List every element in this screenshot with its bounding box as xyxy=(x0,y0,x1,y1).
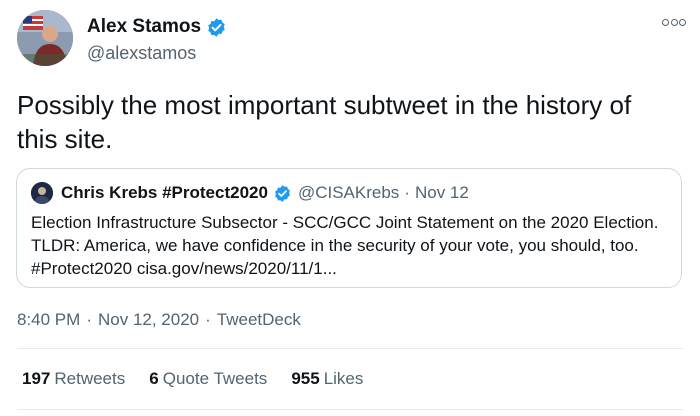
divider xyxy=(17,409,683,410)
quoted-author-name: Chris Krebs #Protect2020 xyxy=(61,183,268,202)
quoted-tweet-header: Chris Krebs #Protect2020 @CISAKrebs · No… xyxy=(31,181,469,205)
retweets-count: 197 xyxy=(22,369,51,388)
separator-dot: · xyxy=(404,183,410,202)
quoted-author-handle: @CISAKrebs xyxy=(297,183,400,202)
verified-badge-icon xyxy=(206,17,227,38)
quote-tweets-label: Quote Tweets xyxy=(162,369,268,388)
retweets-stat[interactable]: 197 Retweets xyxy=(22,369,125,389)
tweet-metadata: 8:40 PM · Nov 12, 2020 · TweetDeck xyxy=(17,310,301,330)
tweet-text: Possibly the most important subtweet in … xyxy=(17,90,632,154)
tweet-card: Alex Stamos @alexstamos Possibly the mos… xyxy=(0,0,700,416)
verified-badge-icon xyxy=(273,184,292,203)
likes-stat[interactable]: 955 Likes xyxy=(291,369,363,389)
quote-tweets-count: 6 xyxy=(149,369,159,388)
retweets-label: Retweets xyxy=(54,369,126,388)
likes-label: Likes xyxy=(323,369,364,388)
quote-tweets-stat[interactable]: 6 Quote Tweets xyxy=(149,369,267,389)
separator-dot: · xyxy=(205,310,211,329)
tweet-date[interactable]: Nov 12, 2020 xyxy=(98,310,199,329)
more-options-icon[interactable] xyxy=(662,14,686,30)
quoted-tweet-date: Nov 12 xyxy=(414,183,469,202)
quoted-tweet[interactable]: Chris Krebs #Protect2020 @CISAKrebs · No… xyxy=(16,168,682,288)
likes-count: 955 xyxy=(291,369,320,388)
quoted-tweet-text: Election Infrastructure Subsector - SCC/… xyxy=(31,213,659,278)
tweet-source[interactable]: TweetDeck xyxy=(217,310,301,329)
tweet-time[interactable]: 8:40 PM xyxy=(17,310,80,329)
dot-icon xyxy=(670,18,678,26)
quoted-author-avatar xyxy=(31,182,53,204)
author-name[interactable]: Alex Stamos xyxy=(87,16,201,38)
author-info: Alex Stamos @alexstamos xyxy=(87,15,227,64)
author-avatar[interactable] xyxy=(17,10,73,66)
separator-dot: · xyxy=(86,310,92,329)
author-handle[interactable]: @alexstamos xyxy=(87,43,227,64)
engagement-stats: 197 Retweets 6 Quote Tweets 955 Likes xyxy=(22,369,387,389)
dot-icon xyxy=(662,18,669,26)
divider xyxy=(17,348,683,349)
dot-icon xyxy=(679,18,686,26)
